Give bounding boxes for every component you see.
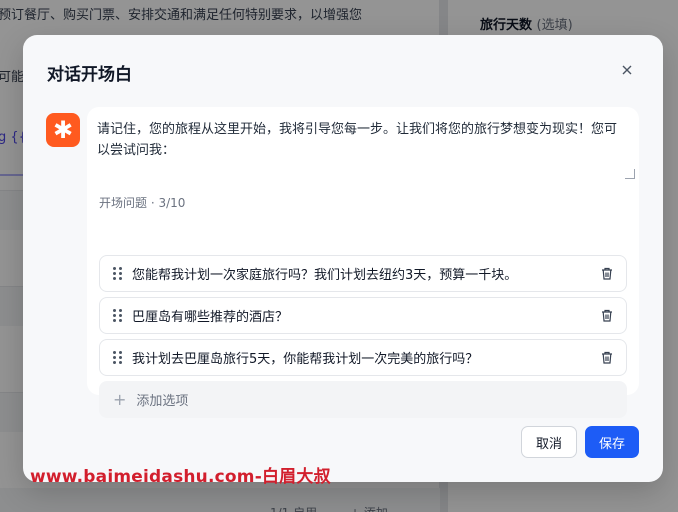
question-text[interactable]: 巴厘岛有哪些推荐的酒店？ <box>132 306 600 325</box>
bot-avatar: ✱ <box>46 113 80 147</box>
trash-icon[interactable] <box>600 309 614 323</box>
add-option-button[interactable]: + 添加选项 <box>99 381 627 418</box>
trash-icon[interactable] <box>600 267 614 281</box>
textarea-resize-handle[interactable] <box>625 169 635 179</box>
drag-handle-icon[interactable] <box>113 351 123 364</box>
trash-icon[interactable] <box>600 351 614 365</box>
question-item[interactable]: 我计划去巴厘岛旅行5天，你能帮我计划一次完美的旅行吗？ <box>99 339 627 376</box>
cancel-button[interactable]: 取消 <box>521 426 577 458</box>
question-item[interactable]: 巴厘岛有哪些推荐的酒店？ <box>99 297 627 334</box>
modal-title: 对话开场白 <box>47 65 132 85</box>
save-button[interactable]: 保存 <box>585 426 639 458</box>
questions-count-label: 开场问题 · 3/10 <box>99 196 186 210</box>
question-text[interactable]: 我计划去巴厘岛旅行5天，你能帮我计划一次完美的旅行吗？ <box>132 348 600 367</box>
drag-handle-icon[interactable] <box>113 267 123 280</box>
drag-handle-icon[interactable] <box>113 309 123 322</box>
question-item[interactable]: 您能帮我计划一次家庭旅行吗？我们计划去纽约3天，预算一千块。 <box>99 255 627 292</box>
asterisk-icon: ✱ <box>52 116 74 144</box>
plus-icon: + <box>113 390 127 409</box>
opening-card: 请记住，您的旅程从这里开始，我将引导您每一步。让我们将您的旅行梦想变为现实！您可… <box>87 107 639 418</box>
close-icon[interactable] <box>617 59 637 81</box>
opening-dialog-modal: 对话开场白 ✱ 请记住，您的旅程从这里开始，我将引导您每一步。让我们将您的旅行梦… <box>23 35 663 482</box>
watermark-text: www.baimeidashu.com-白眉大叔 <box>30 467 331 487</box>
opening-message-textarea[interactable]: 请记住，您的旅程从这里开始，我将引导您每一步。让我们将您的旅行梦想变为现实！您可… <box>97 119 627 181</box>
question-text[interactable]: 您能帮我计划一次家庭旅行吗？我们计划去纽约3天，预算一千块。 <box>132 264 600 283</box>
add-option-label: 添加选项 <box>136 394 189 409</box>
